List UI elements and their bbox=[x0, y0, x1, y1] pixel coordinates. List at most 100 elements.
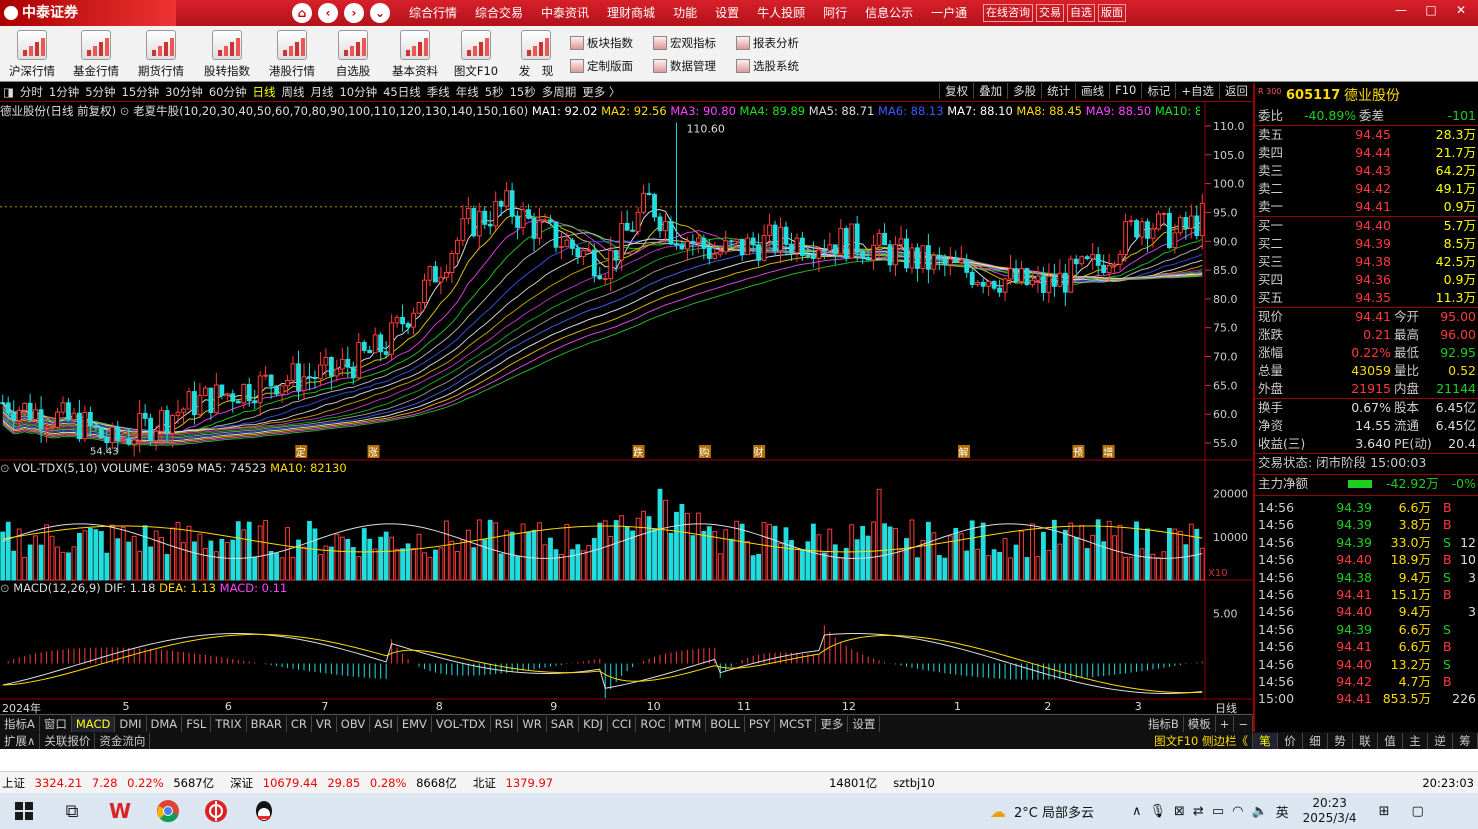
indicator-tab[interactable]: 窗口 bbox=[40, 715, 72, 732]
toolbar-small-button[interactable]: 定制版面 bbox=[570, 58, 633, 74]
chrome-icon[interactable] bbox=[144, 793, 192, 829]
toolbar-button[interactable]: 图文F10 bbox=[446, 28, 506, 80]
quote-tab[interactable]: 逆 bbox=[1428, 732, 1453, 749]
period-tab[interactable]: 周线 bbox=[278, 84, 307, 100]
window-control-button[interactable]: □ bbox=[1420, 0, 1442, 20]
menu-button[interactable]: 交易 bbox=[1036, 4, 1064, 22]
menu-item[interactable]: 功能 bbox=[664, 0, 706, 26]
indicator-tool[interactable]: 指标B bbox=[1144, 715, 1184, 732]
vol-toggle-icon[interactable]: ⊙ bbox=[0, 461, 13, 475]
back-icon[interactable]: ‹ bbox=[318, 3, 338, 23]
menu-button[interactable]: 版面 bbox=[1098, 4, 1126, 22]
menu-item[interactable]: 综合交易 bbox=[466, 0, 532, 26]
mic-icon[interactable]: 🎙 bbox=[1150, 804, 1167, 819]
quote-tab[interactable]: 细 bbox=[1303, 732, 1328, 749]
indicator-tab[interactable]: RSI bbox=[491, 715, 519, 732]
chart-tool-button[interactable]: 标记 bbox=[1141, 83, 1175, 99]
indicator-tab[interactable]: VR bbox=[312, 715, 337, 732]
toolbar-small-button[interactable]: 选股系统 bbox=[736, 58, 799, 74]
toolbar-small-button[interactable]: 数据管理 bbox=[653, 58, 716, 74]
indicator-tool[interactable]: + bbox=[1216, 715, 1235, 732]
chart-tool-button[interactable]: 画线 bbox=[1075, 83, 1109, 99]
period-tab[interactable]: 1分钟 bbox=[46, 84, 82, 100]
battery-icon[interactable]: ▭ bbox=[1212, 804, 1224, 819]
indicator-tab[interactable]: 指标A bbox=[0, 715, 40, 732]
toolbar-small-button[interactable]: 板块指数 bbox=[570, 35, 633, 51]
menu-item[interactable]: 设置 bbox=[706, 0, 748, 26]
weather-text[interactable]: 2°C 局部多云 bbox=[1014, 802, 1094, 821]
windows-start-icon[interactable] bbox=[0, 793, 48, 829]
toolbar-button[interactable]: 基金行情 bbox=[66, 28, 126, 80]
indicator-tab[interactable]: TRIX bbox=[211, 715, 247, 732]
ime-indicator[interactable]: 英 bbox=[1276, 802, 1289, 821]
chart-tool-button[interactable]: F10 bbox=[1109, 83, 1141, 99]
bottom-tab[interactable]: 关联报价 bbox=[40, 732, 96, 749]
period-tab[interactable]: 30分钟 bbox=[162, 84, 206, 100]
quote-tab[interactable]: 筹 bbox=[1453, 732, 1478, 749]
qq-icon[interactable] bbox=[240, 793, 288, 829]
period-tab[interactable]: 60分钟 bbox=[206, 84, 250, 100]
clock[interactable]: 20:23 2025/3/4 bbox=[1303, 796, 1357, 826]
menu-item[interactable]: 一户通 bbox=[922, 0, 976, 26]
user-id[interactable]: sztbj10 bbox=[893, 776, 935, 790]
indicator-tab[interactable]: 更多 bbox=[816, 715, 849, 732]
indicator-tab[interactable]: ROC bbox=[636, 715, 671, 732]
menu-item[interactable]: 牛人投顾 bbox=[748, 0, 814, 26]
toolbar-button[interactable]: 期货行情 bbox=[131, 28, 191, 80]
indicator-toggle-icon[interactable]: ⊙ bbox=[120, 104, 133, 118]
toolbar-button[interactable]: 股转指数 bbox=[197, 28, 257, 80]
indicator-tab[interactable]: BRAR bbox=[247, 715, 287, 732]
menu-item[interactable]: 信息公示 bbox=[856, 0, 922, 26]
task-view-icon[interactable]: ⧉ bbox=[48, 793, 96, 829]
menu-item[interactable]: 理财商城 bbox=[598, 0, 664, 26]
tray-chevron-icon[interactable]: ∧ bbox=[1132, 804, 1142, 819]
period-tab[interactable]: 15分钟 bbox=[119, 84, 163, 100]
sync-icon[interactable]: ⇄ bbox=[1193, 804, 1204, 819]
period-tab[interactable]: 年线 bbox=[453, 84, 482, 100]
indicator-tab[interactable]: FSL bbox=[182, 715, 212, 732]
period-tab[interactable]: 更多 〉 bbox=[579, 84, 623, 100]
menu-item[interactable]: 综合行情 bbox=[400, 0, 466, 26]
period-tab[interactable]: 45日线 bbox=[380, 84, 424, 100]
quote-tab[interactable]: 价 bbox=[1278, 732, 1303, 749]
toolbar-button[interactable]: 基本资料 bbox=[385, 28, 445, 80]
indicator-tab[interactable]: PSY bbox=[745, 715, 776, 732]
quote-tab[interactable]: 值 bbox=[1378, 732, 1403, 749]
toolbar-button[interactable]: 沪深行情 bbox=[2, 28, 62, 80]
chart-tool-button[interactable]: 复权 bbox=[939, 83, 973, 99]
indicator-tab[interactable]: BOLL bbox=[706, 715, 745, 732]
indicator-tab[interactable]: DMA bbox=[147, 715, 183, 732]
toolbar-button[interactable]: 港股行情 bbox=[262, 28, 322, 80]
indicator-tool[interactable]: 模板 bbox=[1184, 715, 1216, 732]
dropdown-icon[interactable]: ⌄ bbox=[370, 3, 390, 23]
macd-toggle-icon[interactable]: ⊙ bbox=[0, 581, 13, 595]
period-tab[interactable]: 5分钟 bbox=[82, 84, 118, 100]
period-tab[interactable]: 日线 bbox=[249, 84, 278, 100]
menu-button[interactable]: 自选 bbox=[1067, 4, 1095, 22]
indicator-tab[interactable]: CR bbox=[287, 715, 312, 732]
tray-app-icon[interactable]: ⊠ bbox=[1174, 804, 1185, 819]
indicator-tab[interactable]: SAR bbox=[547, 715, 580, 732]
period-tab[interactable]: 多周期 bbox=[539, 84, 580, 100]
toolbar-button[interactable]: 自选股 bbox=[323, 28, 383, 80]
period-tab[interactable]: 5秒 bbox=[482, 84, 507, 100]
volume-icon[interactable]: 🔈 bbox=[1251, 804, 1267, 819]
period-tab[interactable]: 季线 bbox=[424, 84, 453, 100]
quote-tab[interactable]: 联 bbox=[1353, 732, 1378, 749]
sidebar-toggle[interactable]: 图文F10 侧边栏《 bbox=[1150, 732, 1253, 749]
indicator-tab[interactable]: 设置 bbox=[848, 715, 881, 732]
toolbar-small-button[interactable]: 宏观指标 bbox=[653, 35, 716, 51]
indicator-tab[interactable]: DMI bbox=[115, 715, 147, 732]
indicator-tab[interactable]: MTM bbox=[670, 715, 707, 732]
chart-tool-button[interactable]: 返回 bbox=[1219, 83, 1253, 99]
action-center-icon[interactable]: ▢ bbox=[1411, 804, 1423, 819]
home-icon[interactable]: ⌂ bbox=[292, 3, 312, 23]
toolbar-small-button[interactable]: 报表分析 bbox=[736, 35, 799, 51]
kline-chart[interactable]: 110.0 105.0 100.0 95.0 90.0 85.0 80.0 75.0 70.0 6… bbox=[0, 102, 1253, 702]
quote-tab[interactable]: 笔 bbox=[1253, 732, 1278, 749]
forward-icon[interactable]: › bbox=[344, 3, 364, 23]
index-quote[interactable]: 上证 3324.21 7.28 0.22% 5687亿 bbox=[2, 775, 220, 791]
index-quote[interactable]: 深证 10679.44 29.85 0.28% 8668亿 bbox=[230, 775, 463, 791]
bottom-tab[interactable]: 扩展∧ bbox=[0, 732, 41, 749]
indicator-tab[interactable]: CCI bbox=[608, 715, 637, 732]
